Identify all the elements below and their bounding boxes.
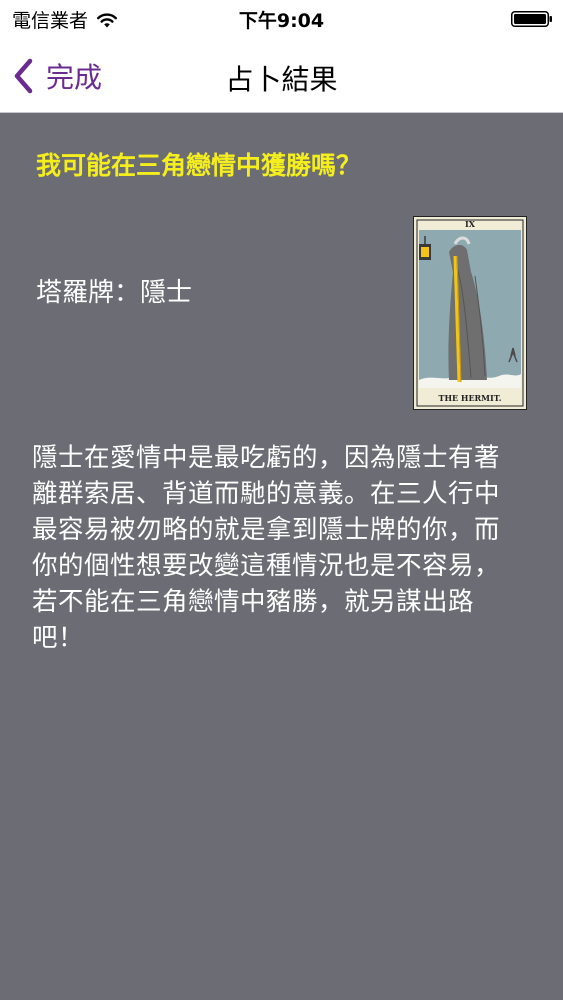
question-text: 我可能在三角戀情中獲勝嗎？ xyxy=(36,151,362,180)
nav-bar: 完成 占卜結果 xyxy=(0,40,563,113)
card-name: 塔羅牌：隱士 xyxy=(36,278,193,308)
reading-text: 隱士在愛情中是最吃虧的，因為隱士有著離群索居、背道而馳的意義。在三人行中最容易被… xyxy=(32,443,501,653)
status-time: 下午9:04 xyxy=(238,10,325,32)
battery-icon xyxy=(511,11,552,27)
card-numeral: IX xyxy=(465,219,476,229)
card-caption: THE HERMIT. xyxy=(438,393,501,403)
nav-title: 占卜結果 xyxy=(225,63,338,96)
status-bar: 電信業者 下午9:04 xyxy=(0,0,563,40)
tarot-card-image: IX THE HERMIT. xyxy=(413,216,527,410)
